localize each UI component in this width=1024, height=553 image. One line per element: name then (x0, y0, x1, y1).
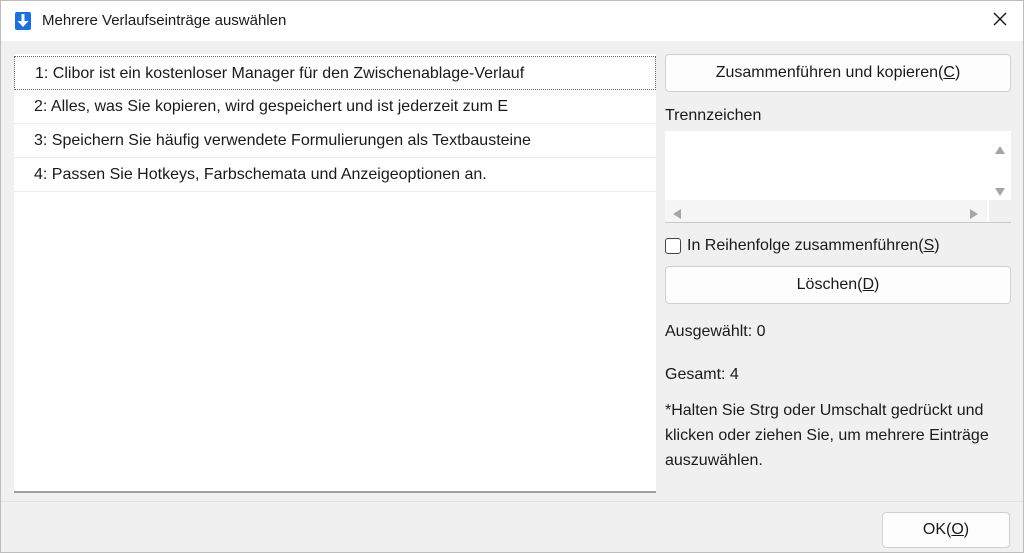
ok-label: OK( (922, 521, 952, 538)
download-arrow-icon (14, 11, 32, 31)
delete-button[interactable]: Löschen(D) (665, 266, 1011, 304)
delete-mnemonic: D (862, 276, 875, 293)
merge-copy-label: Zusammenführen und kopieren( (715, 64, 944, 81)
dialog-window: Mehrere Verlaufseinträge auswählen 1: Cl… (0, 0, 1024, 553)
order-merge-mnemonic: S (923, 237, 935, 254)
order-merge-text: In Reihenfolge zusammenführen( (687, 237, 924, 254)
checkbox-box[interactable] (665, 238, 681, 254)
delete-suffix: ) (874, 276, 880, 293)
scroll-down-icon[interactable] (995, 183, 1005, 201)
delete-label: Löschen( (796, 276, 863, 293)
ok-button[interactable]: OK(O) (882, 512, 1010, 548)
total-count: Gesamt: 4 (665, 366, 739, 383)
ok-suffix: ) (963, 521, 970, 538)
title-bar: Mehrere Verlaufseinträge auswählen (1, 1, 1023, 41)
list-item[interactable]: 1: Clibor ist ein kostenloser Manager fü… (14, 56, 656, 90)
scrollbar-corner (989, 200, 1011, 222)
list-item[interactable]: 3: Speichern Sie häufig verwendete Formu… (14, 124, 656, 158)
history-listbox[interactable]: 1: Clibor ist ein kostenloser Manager fü… (14, 54, 656, 493)
list-item[interactable]: 4: Passen Sie Hotkeys, Farbschemata und … (14, 158, 656, 192)
list-item[interactable]: 2: Alles, was Sie kopieren, wird gespeic… (14, 90, 656, 124)
selection-hint: *Halten Sie Strg oder Umschalt gedrückt … (665, 402, 989, 469)
footer-divider (1, 501, 1023, 502)
scroll-right-icon[interactable] (970, 206, 978, 224)
separator-field-container (665, 131, 1011, 223)
separator-input[interactable] (665, 131, 987, 201)
horizontal-scrollbar[interactable] (665, 200, 987, 222)
order-merge-checkbox[interactable]: In Reihenfolge zusammenführen(S) (665, 234, 940, 258)
merge-copy-mnemonic: C (943, 64, 955, 81)
vertical-scrollbar[interactable] (989, 131, 1011, 201)
separator-label: Trennzeichen (665, 107, 762, 124)
merge-copy-suffix: ) (954, 64, 961, 81)
selected-count: Ausgewählt: 0 (665, 323, 766, 340)
order-merge-suffix: ) (934, 237, 940, 254)
ok-mnemonic: O (951, 521, 964, 538)
merge-copy-button[interactable]: Zusammenführen und kopieren(C) (665, 54, 1011, 92)
close-icon (993, 12, 1007, 31)
close-button[interactable] (977, 1, 1023, 41)
order-merge-label: In Reihenfolge zusammenführen(S) (687, 237, 940, 255)
scroll-up-icon[interactable] (995, 141, 1005, 159)
window-title: Mehrere Verlaufseinträge auswählen (42, 12, 287, 29)
scroll-left-icon[interactable] (673, 206, 681, 224)
